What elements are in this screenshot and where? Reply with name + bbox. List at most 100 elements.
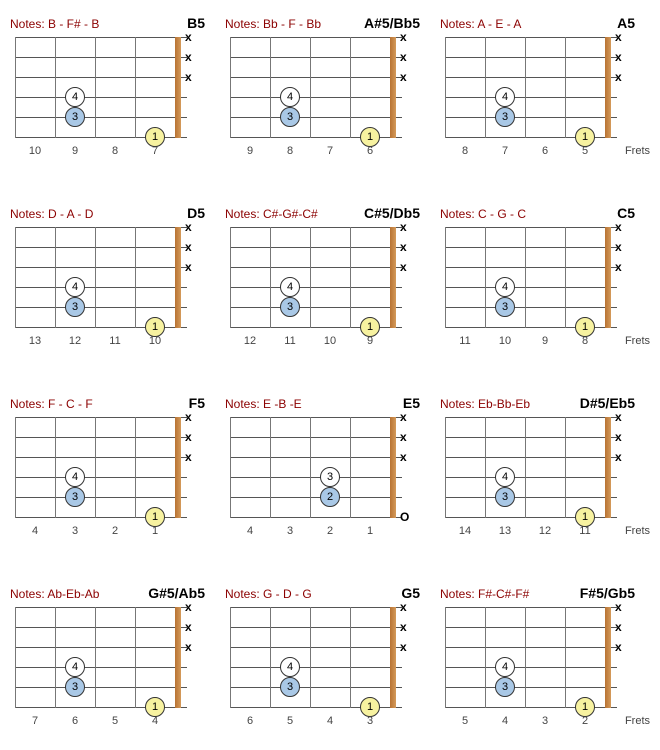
fret-number: 1 (135, 525, 175, 537)
string-line (15, 57, 187, 58)
chord-name: G5 (401, 585, 420, 601)
frets-label: Frets (625, 525, 650, 537)
fret-number: 5 (95, 715, 135, 727)
fret-line (270, 227, 271, 328)
fret-line (55, 417, 56, 518)
chord-notes: Notes: Ab-Eb-Ab (10, 587, 99, 601)
finger-marker: 3 (495, 107, 515, 127)
chord-diagram: Notes: B - F# - BB5xxx43110987 (10, 15, 215, 165)
fret-line (310, 227, 311, 328)
fret-number: 8 (95, 145, 135, 157)
string-line (230, 97, 402, 98)
chord-notes: Notes: C#-G#-C# (225, 207, 318, 221)
finger-marker: 3 (495, 297, 515, 317)
finger-marker: 3 (65, 677, 85, 697)
chord-diagram: Notes: F - C - FF5xxx4314321 (10, 395, 215, 545)
chord-notes: Notes: A - E - A (440, 17, 521, 31)
chord-header: Notes: C#-G#-C#C#5/Db5 (225, 205, 430, 221)
mute-marker: x (615, 220, 630, 234)
chord-name: D#5/Eb5 (580, 395, 635, 411)
mute-marker: x (615, 430, 630, 444)
mute-marker: x (615, 450, 630, 464)
fret-number: 8 (565, 335, 605, 347)
fret-number: 12 (525, 525, 565, 537)
mute-marker: x (615, 50, 630, 64)
fret-number: 7 (15, 715, 55, 727)
string-line (445, 417, 617, 418)
mute-marker: x (615, 70, 630, 84)
string-line (15, 287, 187, 288)
fret-number: 8 (445, 145, 485, 157)
fret-line (445, 227, 446, 328)
fret-number: 2 (565, 715, 605, 727)
mute-marker: x (185, 450, 200, 464)
finger-marker: 2 (320, 487, 340, 507)
string-line (15, 247, 187, 248)
chord-notes: Notes: B - F# - B (10, 17, 99, 31)
string-line (230, 437, 402, 438)
fret-number: 7 (135, 145, 175, 157)
fret-number: 10 (135, 335, 175, 347)
open-marker: O (400, 510, 417, 524)
fret-line (525, 37, 526, 138)
chord-name: G#5/Ab5 (148, 585, 205, 601)
string-line (445, 647, 617, 648)
fret-line (15, 227, 16, 328)
chord-notes: Notes: Eb-Bb-Eb (440, 397, 530, 411)
fret-number: 4 (230, 525, 270, 537)
chord-diagram: Notes: G - D - GG5xxx4316543 (225, 585, 430, 735)
fret-line (135, 37, 136, 138)
chord-notes: Notes: C - G - C (440, 207, 526, 221)
fret-number: 3 (525, 715, 565, 727)
fret-number: 5 (270, 715, 310, 727)
fret-numbers: 9876 (230, 145, 402, 157)
string-line (445, 457, 617, 458)
string-line (230, 667, 402, 668)
fret-number: 9 (525, 335, 565, 347)
fret-numbers: 1211109 (230, 335, 402, 347)
frets-label: Frets (625, 335, 650, 347)
fret-numbers: 10987 (15, 145, 187, 157)
fret-line (270, 607, 271, 708)
fret-numbers: 111098 (445, 335, 617, 347)
fretboard: xxx4318765Frets (445, 37, 625, 147)
fretboard: xxx4311211109 (230, 227, 410, 337)
string-line (230, 647, 402, 648)
nut (390, 37, 396, 138)
string-line (445, 247, 617, 248)
chord-name: A5 (617, 15, 635, 31)
string-line (15, 627, 187, 628)
fret-line (55, 37, 56, 138)
fret-line (135, 607, 136, 708)
fret-line (95, 37, 96, 138)
fret-number: 4 (485, 715, 525, 727)
fret-numbers: 4321 (230, 525, 402, 537)
chord-notes: Notes: E -B -E (225, 397, 302, 411)
finger-marker: 4 (495, 657, 515, 677)
fret-line (135, 417, 136, 518)
mute-marker: x (185, 600, 200, 614)
string-line (445, 477, 617, 478)
mute-marker: x (615, 30, 630, 44)
fret-number: 11 (565, 525, 605, 537)
chord-header: Notes: Eb-Bb-Eb D#5/Eb5 (440, 395, 645, 411)
finger-marker: 1 (145, 697, 165, 717)
finger-marker: 3 (495, 487, 515, 507)
fret-line (565, 607, 566, 708)
string-line (230, 417, 402, 418)
fret-numbers: 4321 (15, 525, 187, 537)
chord-diagram: Notes: Ab-Eb-AbG#5/Ab5xxx4317654 (10, 585, 215, 735)
fret-line (135, 227, 136, 328)
chord-name: B5 (187, 15, 205, 31)
mute-marker: x (185, 260, 200, 274)
fret-number: 9 (230, 145, 270, 157)
fret-number: 6 (350, 145, 390, 157)
chord-header: Notes: G - D - GG5 (225, 585, 430, 601)
string-line (445, 607, 617, 608)
string-line (445, 687, 617, 688)
chord-header: Notes: A - E - A A5 (440, 15, 645, 31)
fretboard: xxx4315432Frets (445, 607, 625, 717)
mute-marker: x (400, 240, 415, 254)
fret-line (95, 417, 96, 518)
mute-marker: x (185, 620, 200, 634)
